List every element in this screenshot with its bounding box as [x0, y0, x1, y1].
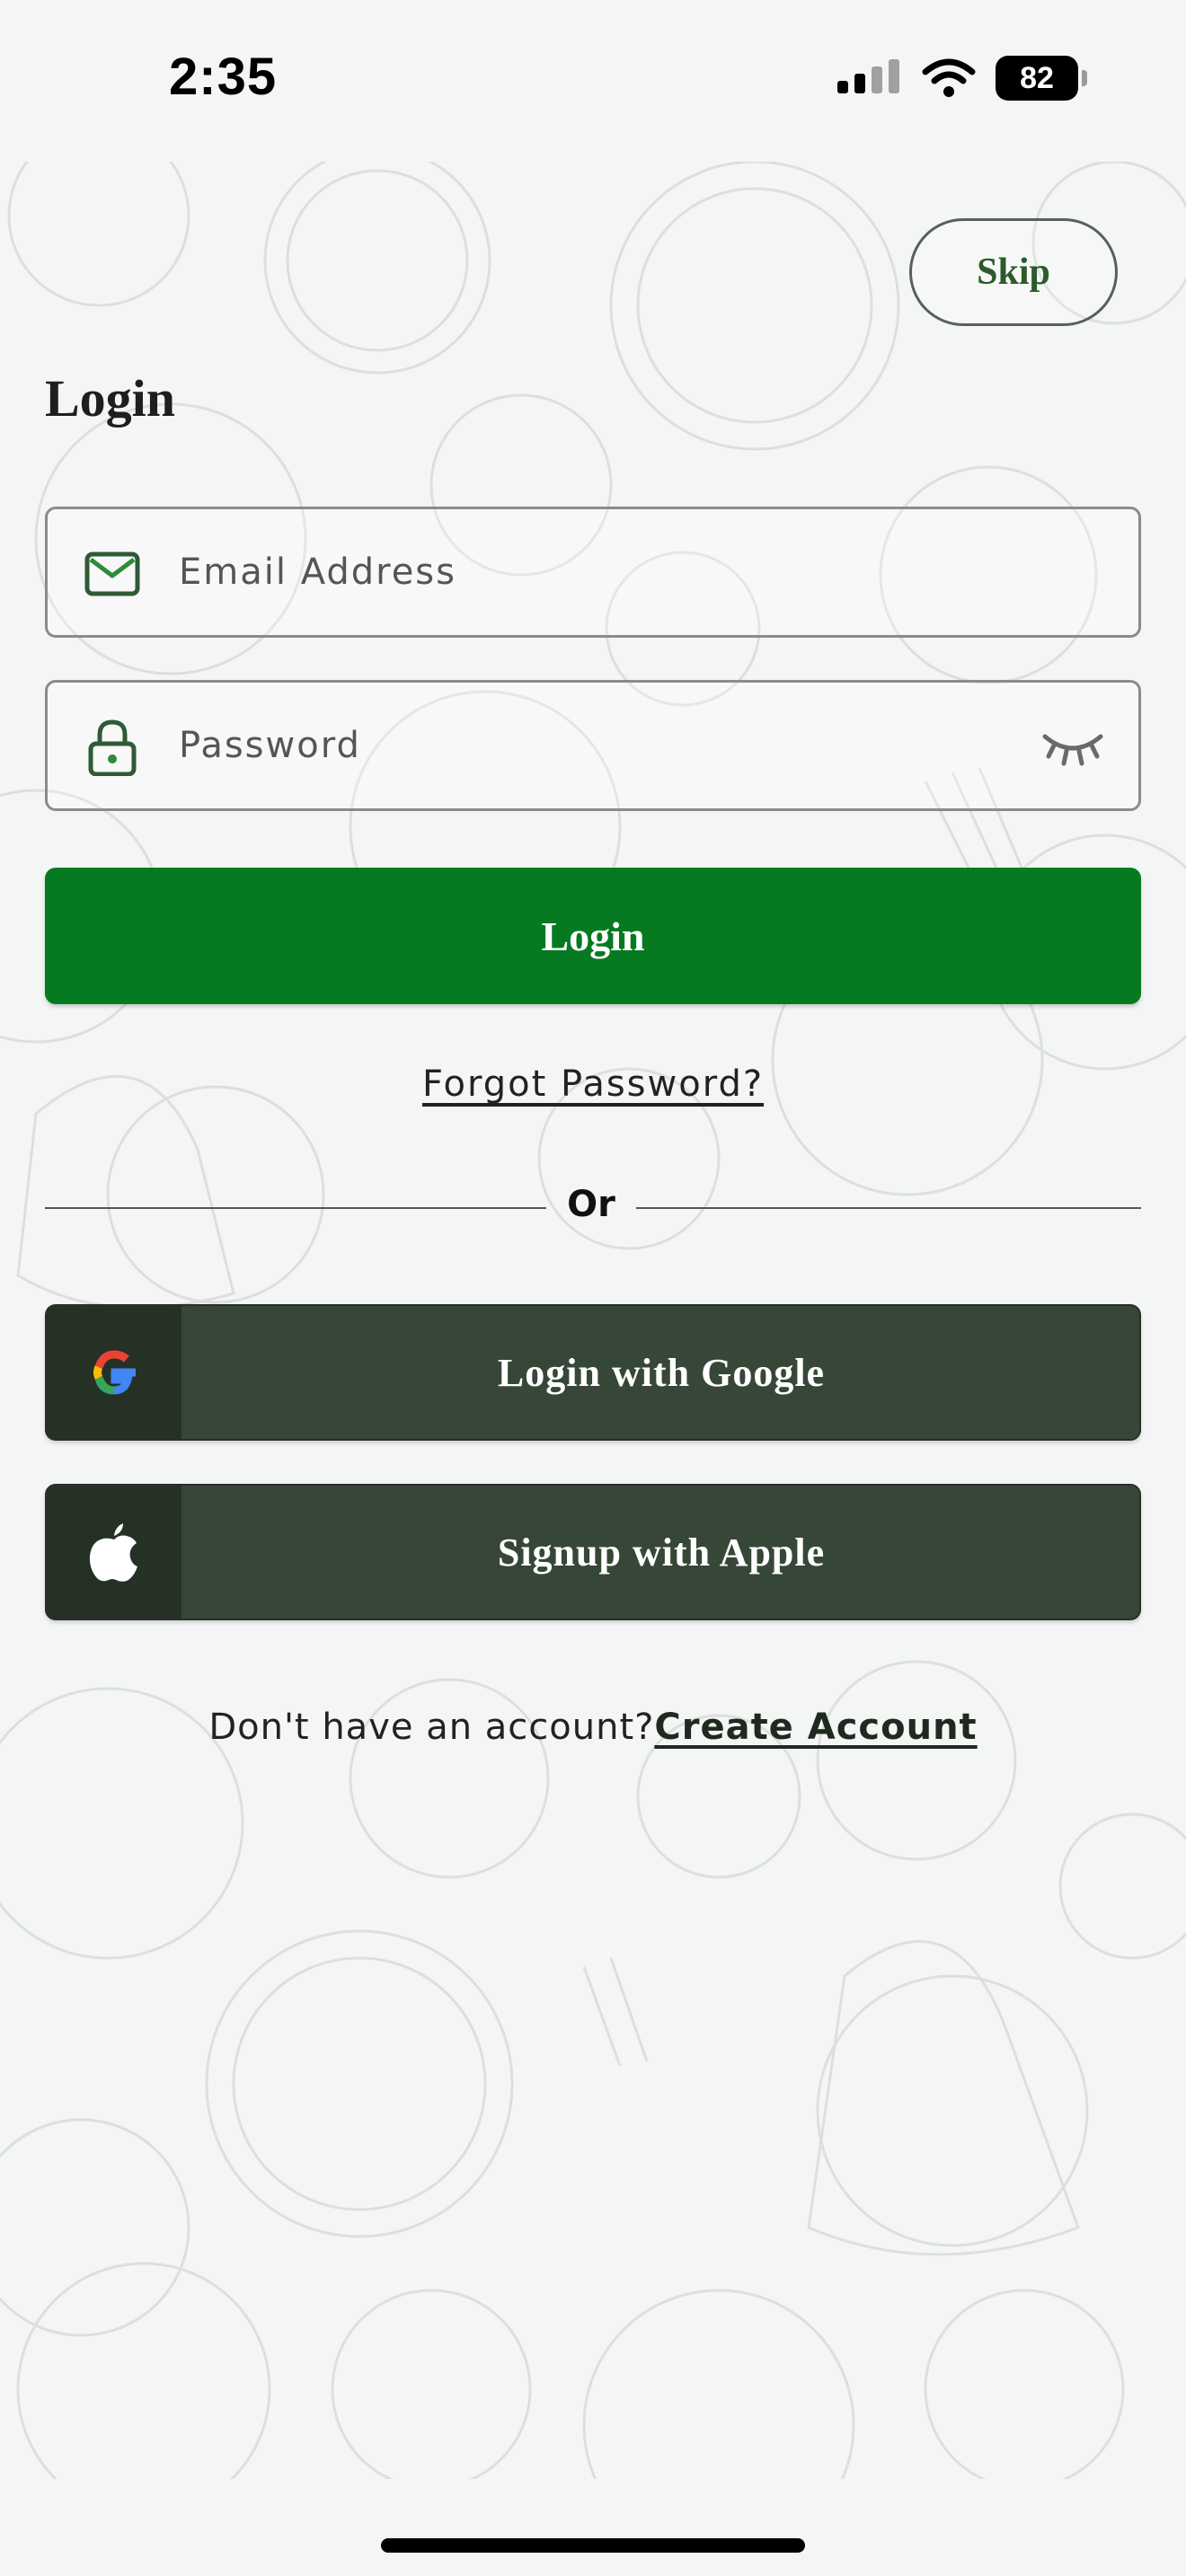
apple-button-label: Signup with Apple	[497, 1530, 826, 1575]
password-field[interactable]	[45, 680, 1141, 811]
signup-with-apple-button[interactable]: Signup with Apple	[45, 1484, 1141, 1620]
skip-button[interactable]: Skip	[909, 218, 1118, 326]
password-input[interactable]	[179, 683, 987, 808]
status-bar: 2:35 82	[0, 0, 1186, 162]
apple-icon	[89, 1523, 137, 1582]
forgot-password-row: Forgot Password?	[0, 1063, 1186, 1105]
mail-icon	[84, 551, 140, 596]
email-input[interactable]	[179, 509, 987, 635]
lock-icon	[88, 719, 137, 776]
login-with-google-button[interactable]: Login with Google	[45, 1304, 1141, 1441]
login-button[interactable]: Login	[45, 868, 1141, 1004]
google-icon	[93, 1350, 136, 1395]
forgot-password-link[interactable]: Forgot Password?	[422, 1063, 764, 1105]
status-time: 2:35	[169, 48, 278, 106]
create-account-link[interactable]: Create Account	[654, 1707, 977, 1748]
google-icon-box	[47, 1306, 181, 1439]
divider-label: Or	[567, 1184, 615, 1225]
status-icons: 82	[837, 56, 1087, 101]
page-title: Login	[45, 369, 176, 428]
apple-icon-box	[47, 1486, 181, 1619]
divider-line-right	[636, 1207, 1141, 1209]
wifi-icon	[922, 58, 976, 97]
divider-line-left	[45, 1207, 546, 1209]
signup-row: Don't have an account?Create Account	[0, 1707, 1186, 1748]
signup-prompt: Don't have an account?	[208, 1707, 655, 1748]
email-field[interactable]	[45, 507, 1141, 638]
eye-closed-icon[interactable]	[1041, 724, 1104, 769]
battery-indicator: 82	[996, 56, 1087, 101]
google-button-label: Login with Google	[497, 1350, 826, 1395]
home-indicator[interactable]	[381, 2538, 805, 2553]
cellular-signal-icon	[837, 59, 899, 93]
